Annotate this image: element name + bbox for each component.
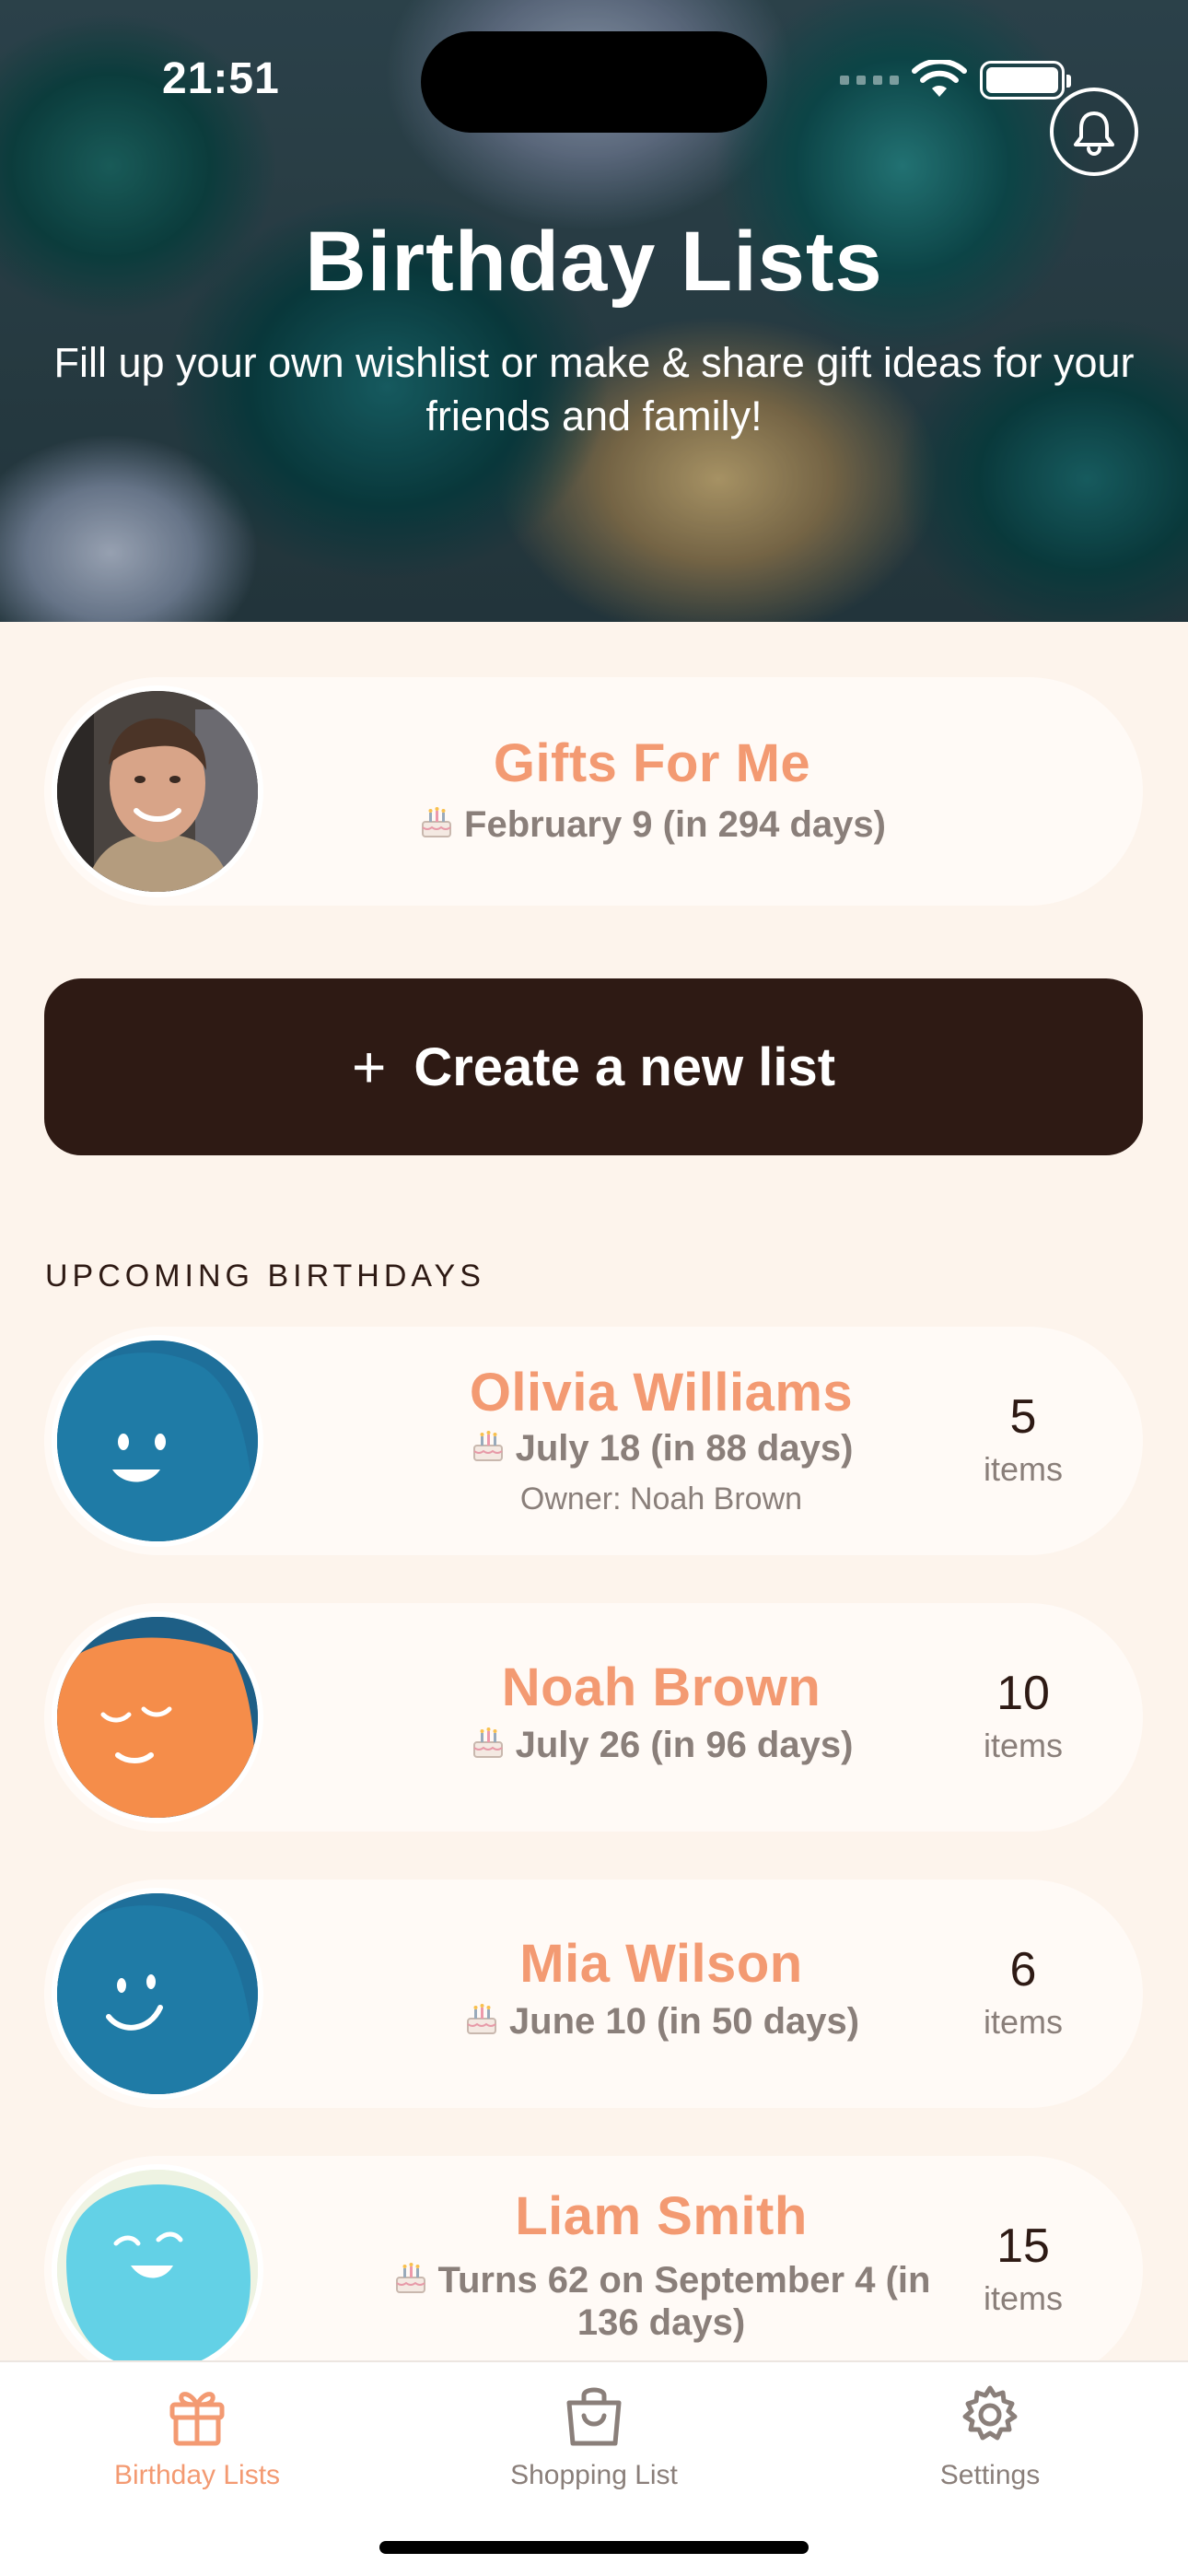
- list-item-date: Turns 62 on September 4 (in 136 days): [320, 2259, 1002, 2344]
- item-count-number: 15: [996, 2219, 1050, 2273]
- page-title: Birthday Lists: [305, 215, 883, 309]
- list-item-date: June 10 (in 50 days): [320, 2001, 1002, 2043]
- list-item-date-text: July 18 (in 88 days): [515, 1428, 854, 1469]
- smiley-face-icon: [57, 1341, 258, 1541]
- item-count-number: 6: [1009, 1943, 1037, 1996]
- cake-icon: [472, 1727, 503, 1758]
- item-count-label: items: [983, 2279, 1063, 2317]
- avatar: [52, 1335, 263, 1547]
- cake-icon: [422, 807, 452, 837]
- wifi-icon: [912, 60, 967, 97]
- gear-icon: [962, 2385, 1018, 2441]
- status-icons: [840, 57, 1071, 103]
- avatar: [52, 1888, 263, 2100]
- section-title-upcoming: UPCOMING BIRTHDAYS: [45, 1259, 485, 1294]
- notifications-button[interactable]: [1050, 88, 1138, 176]
- item-count-number: 5: [1009, 1390, 1037, 1444]
- item-count-label: items: [983, 2003, 1063, 2041]
- shopping-bag-icon: [566, 2387, 622, 2446]
- cake-icon: [466, 2004, 496, 2034]
- happy-face-icon: [57, 2170, 258, 2371]
- my-list-date: February 9 (in 294 days): [274, 804, 1030, 846]
- birthday-list-item[interactable]: Mia Wilson June 10 (in 50 days) 6 items: [44, 1879, 1143, 2108]
- list-item-date-text: June 10 (in 50 days): [508, 2001, 860, 2042]
- birthday-list-item[interactable]: Noah Brown July 26 (in 96 days) 10 items: [44, 1603, 1143, 1832]
- tab-label: Birthday Lists: [113, 2460, 281, 2490]
- item-count: 6 items: [959, 1942, 1088, 2042]
- list-item-date: July 18 (in 88 days): [320, 1428, 1002, 1469]
- tab-settings[interactable]: Settings: [852, 2381, 1128, 2491]
- dynamic-island: [421, 31, 767, 133]
- sleepy-face-icon: [57, 1617, 258, 1818]
- tab-birthday-lists[interactable]: Birthday Lists: [59, 2381, 335, 2491]
- profile-photo: [52, 685, 263, 897]
- item-count: 15 items: [959, 2219, 1088, 2318]
- create-list-button[interactable]: + Create a new list: [44, 978, 1143, 1155]
- cake-icon: [395, 2263, 425, 2293]
- gift-icon: [169, 2392, 225, 2446]
- list-item-name: Olivia Williams: [469, 1363, 854, 1423]
- list-item-owner: Owner: Noah Brown: [519, 1481, 803, 1516]
- cake-icon: [472, 1431, 503, 1461]
- battery-icon: [980, 61, 1071, 100]
- status-time: 21:51: [162, 54, 280, 103]
- list-item-name: Liam Smith: [515, 2186, 808, 2246]
- birthday-list-item[interactable]: Olivia Williams July 18 (in 88 days) Own…: [44, 1327, 1143, 1555]
- home-indicator[interactable]: [379, 2541, 809, 2554]
- list-item-date-text-cont: 136 days): [577, 2302, 746, 2343]
- person-photo-icon: [57, 691, 258, 892]
- item-count-label: items: [983, 1727, 1063, 1764]
- list-item-date-text: Turns 62 on September 4 (in: [437, 2260, 931, 2301]
- tab-label: Shopping List: [510, 2460, 678, 2490]
- create-list-label: Create a new list: [413, 1036, 836, 1097]
- list-item-name: Noah Brown: [501, 1657, 821, 1717]
- list-item-date: July 26 (in 96 days): [320, 1725, 1002, 1766]
- tab-label: Settings: [939, 2460, 1041, 2490]
- item-count: 5 items: [959, 1389, 1088, 1489]
- winking-face-icon: [57, 1893, 258, 2094]
- item-count-number: 10: [996, 1667, 1050, 1720]
- list-item-date-text: July 26 (in 96 days): [515, 1725, 854, 1765]
- avatar: [52, 1611, 263, 1823]
- cellular-signal-icon: [840, 76, 899, 85]
- my-list-title: Gifts For Me: [493, 733, 811, 793]
- page-subtitle: Fill up your own wishlist or make & shar…: [53, 339, 1135, 439]
- my-list-date-text: February 9 (in 294 days): [464, 804, 886, 845]
- tab-shopping-list[interactable]: Shopping List: [456, 2381, 732, 2491]
- item-count: 10 items: [959, 1666, 1088, 1765]
- my-list-card[interactable]: Gifts For Me February 9 (in 294 days): [44, 677, 1143, 906]
- birthday-list-item[interactable]: Liam Smith Turns 62 on September 4 (in 1…: [44, 2156, 1143, 2384]
- list-item-name: Mia Wilson: [519, 1934, 803, 1994]
- item-count-label: items: [983, 1450, 1063, 1488]
- plus-icon: +: [351, 1034, 387, 1100]
- avatar: [52, 2164, 263, 2376]
- bell-icon: [1074, 111, 1114, 156]
